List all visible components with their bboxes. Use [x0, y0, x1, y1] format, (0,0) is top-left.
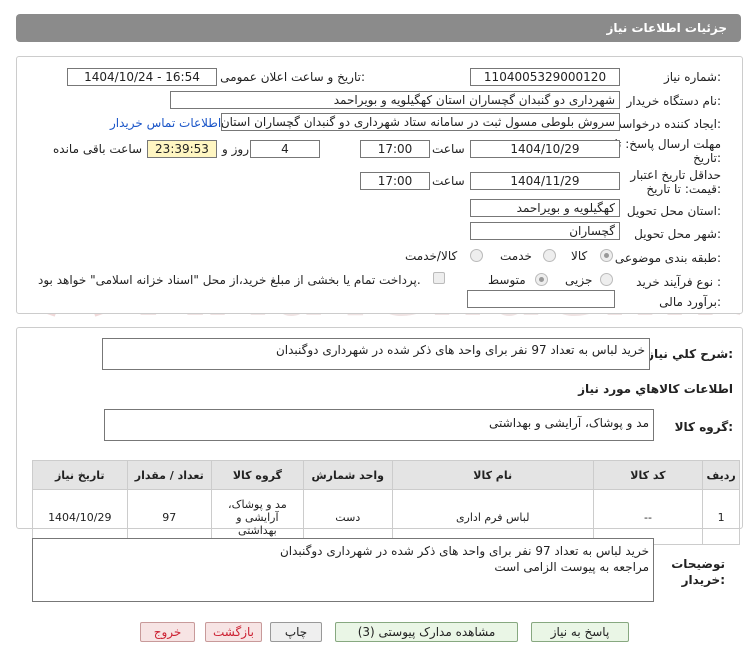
cell-name: لباس فرم اداری: [391, 489, 594, 545]
cell-need-date: 1404/10/29: [32, 489, 128, 545]
page-header: جزئیات اطلاعات نیاز: [16, 14, 741, 42]
process-label: نوع فرآیند خرید :: [636, 275, 721, 289]
process-medium-radio[interactable]: [535, 273, 548, 286]
process-minor-radio[interactable]: [600, 273, 613, 286]
category-service-radio[interactable]: [543, 249, 556, 262]
estimate-field: [467, 290, 615, 308]
category-label: طبقه بندی موضوعی:: [614, 251, 721, 265]
cell-row: 1: [702, 489, 740, 545]
deadline-date-field: 1404/10/29: [470, 140, 620, 158]
process-medium-label: متوسط: [488, 273, 526, 287]
validity-time-field: 17:00: [360, 172, 430, 190]
category-goods-radio[interactable]: [600, 249, 613, 262]
category-both-radio[interactable]: [470, 249, 483, 262]
province-field: کهگیلویه و بویراحمد: [470, 199, 620, 217]
category-service-label: خدمت: [500, 249, 532, 263]
cell-group: مد و پوشاک، آرایشی و بهداشتی: [210, 489, 304, 545]
deadline-time-field: 17:00: [360, 140, 430, 158]
city-label: شهر محل تحویل:: [634, 227, 721, 241]
col-group: گروه کالا: [210, 460, 304, 490]
goods-section-title: اطلاعات کالاهاي مورد نياز: [578, 382, 733, 396]
treasury-payment-note: پرداخت تمام یا بخشی از مبلغ خرید،از محل …: [38, 273, 421, 287]
validity-label: حداقل تاریخ اعتبار: [630, 168, 721, 182]
deadline-time-label: ساعت: [432, 142, 465, 156]
exit-button[interactable]: خروج: [140, 622, 195, 642]
col-unit: واحد شمارش: [302, 460, 393, 490]
days-label: روز و: [222, 142, 249, 156]
table-row: 1404/10/29 97 مد و پوشاک، آرایشی و بهداش…: [32, 489, 740, 545]
cell-unit: دست: [302, 489, 393, 545]
buyer-notes-label-2: خریدار:: [681, 573, 725, 587]
reply-button[interactable]: پاسخ به نیاز: [531, 622, 629, 642]
category-goods-label: کالا: [571, 249, 588, 263]
validity-label-2: قیمت: تا تاریخ:: [646, 182, 721, 196]
category-both-label: کالا/خدمت: [405, 249, 458, 263]
treasury-payment-checkbox[interactable]: [433, 272, 445, 284]
creator-field: سروش بلوطی مسول ثبت در سامانه ستاد شهردا…: [221, 113, 620, 131]
col-need-date: تاریخ نیاز: [32, 460, 128, 490]
province-label: استان محل تحویل:: [626, 204, 721, 218]
validity-time-label: ساعت: [432, 174, 465, 188]
page-title: جزئیات اطلاعات نیاز: [606, 21, 727, 35]
deadline-label-2: تاریخ:: [693, 151, 721, 165]
buyer-notes-field: خرید لباس به تعداد 97 نفر برای واحد های …: [32, 538, 654, 602]
view-documents-button[interactable]: مشاهده مدارک پیوستی (3): [335, 622, 518, 642]
print-button[interactable]: چاپ: [270, 622, 322, 642]
announce-field: 1404/10/24 - 16:54: [67, 68, 217, 86]
cell-quantity: 97: [126, 489, 212, 545]
col-quantity: تعداد / مقدار: [126, 460, 212, 490]
buyer-org-field: شهرداری دو گنبدان گچساران استان کهگیلویه…: [170, 91, 620, 109]
col-row: ردیف: [702, 460, 740, 490]
summary-label: شرح کلي نياز:: [647, 347, 733, 361]
buyer-notes-line-1: خرید لباس به تعداد 97 نفر برای واحد های …: [279, 544, 649, 558]
remaining-label: ساعت باقی مانده: [53, 142, 143, 156]
buyer-org-label: نام دستگاه خریدار:: [626, 94, 722, 108]
goods-table: تاریخ نیاز تعداد / مقدار گروه کالا واحد …: [32, 460, 740, 545]
cell-code: --: [592, 489, 704, 545]
col-name: نام کالا: [391, 460, 594, 490]
deadline-label: مهلت ارسال پاسخ: تا: [614, 137, 721, 151]
back-button[interactable]: بازگشت: [205, 622, 262, 642]
process-minor-label: جزیی: [565, 273, 593, 287]
creator-label: ایجاد کننده درخواست:: [610, 117, 721, 131]
need-number-field: 1104005329000120: [470, 68, 620, 86]
goods-group-field: مد و پوشاک، آرایشی و بهداشتی: [104, 409, 654, 441]
validity-date-field: 1404/11/29: [470, 172, 620, 190]
remaining-time-field: 23:39:53: [147, 140, 217, 158]
buyer-notes-label: توضیحات: [671, 557, 725, 571]
contact-buyer-link[interactable]: اطلاعات تماس خریدار: [110, 116, 221, 130]
estimate-label: برآورد مالی:: [659, 295, 721, 309]
buyer-notes-line-2: مراجعه به پیوست الزامی است: [494, 560, 649, 574]
announce-label: تاریخ و ساعت اعلان عمومی:: [220, 70, 365, 84]
days-field: 4: [250, 140, 320, 158]
summary-field: خرید لباس به تعداد 97 نفر برای واحد های …: [102, 338, 650, 370]
goods-group-label: گروه کالا:: [674, 420, 733, 434]
need-number-label: شماره نیاز:: [663, 70, 721, 84]
city-field: گچساران: [470, 222, 620, 240]
col-code: کد کالا: [592, 460, 704, 490]
